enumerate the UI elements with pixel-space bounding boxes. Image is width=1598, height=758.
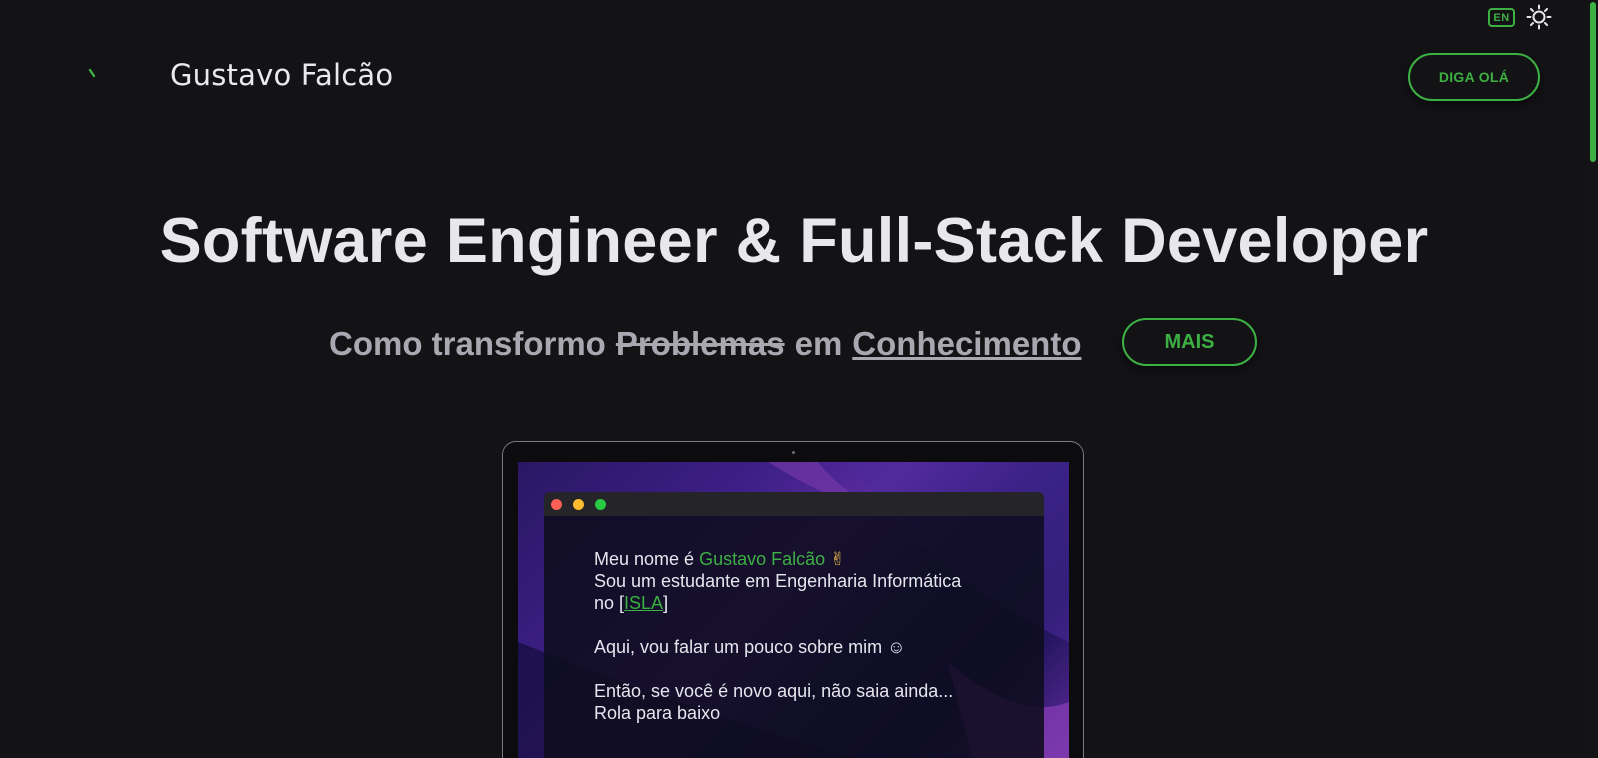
- minimize-dot[interactable]: [573, 499, 584, 510]
- isla-link[interactable]: ISLA: [624, 593, 663, 613]
- hero-title: Software Engineer & Full-Stack Developer: [159, 206, 1429, 276]
- terminal-window: Meu nome é Gustavo Falcão ✌ Sou um estud…: [544, 492, 1044, 758]
- sun-icon[interactable]: [1526, 4, 1552, 30]
- terminal-titlebar: [544, 492, 1044, 516]
- say-hello-button[interactable]: DIGA OLÁ: [1408, 53, 1540, 101]
- scrollbar-thumb[interactable]: [1590, 2, 1596, 162]
- subtitle-struck-word: Problemas: [615, 325, 785, 362]
- new-visitor-line: Então, se você é novo aqui, não saia ain…: [594, 681, 954, 701]
- subtitle-connector: em: [794, 325, 843, 362]
- student-line: Sou um estudante em Engenharia Informáti…: [594, 571, 962, 591]
- intro-prefix: Meu nome é: [594, 549, 700, 569]
- subtitle-prefix: Como transformo: [329, 325, 606, 362]
- terminal-text: Meu nome é Gustavo Falcão ✌ Sou um estud…: [594, 548, 1014, 724]
- about-line: Aqui, vou falar um pouco sobre mim ☺: [594, 637, 906, 657]
- laptop-screen: Meu nome é Gustavo Falcão ✌ Sou um estud…: [518, 462, 1069, 758]
- intro-name: Gustavo Falcão: [699, 549, 826, 569]
- loading-arc-icon[interactable]: [88, 68, 102, 82]
- subtitle-underlined-word: Conhecimento: [852, 325, 1082, 362]
- close-dot[interactable]: [551, 499, 562, 510]
- intro-line: Meu nome é Gustavo Falcão ✌: [594, 548, 1014, 570]
- more-button[interactable]: MAIS: [1122, 318, 1257, 366]
- laptop-mockup: Meu nome é Gustavo Falcão ✌ Sou um estud…: [502, 441, 1084, 758]
- language-toggle[interactable]: EN: [1488, 8, 1515, 27]
- maximize-dot[interactable]: [595, 499, 606, 510]
- hero-subtitle: Como transformo Problemas em Conheciment…: [329, 322, 1081, 366]
- page: EN Gustavo Falcão DIGA OLÁ Software Engi…: [0, 0, 1598, 758]
- brand-name[interactable]: Gustavo Falcão: [170, 58, 393, 92]
- victory-hand-icon: ✌: [830, 549, 846, 569]
- school-prefix: no [: [594, 593, 625, 613]
- scrollbar-track[interactable]: [1588, 0, 1598, 758]
- school-suffix: ]: [663, 593, 669, 613]
- laptop-camera: [792, 451, 795, 454]
- scroll-hint-line: Rola para baixo: [594, 703, 721, 723]
- school-line: no [ISLA]: [594, 592, 1014, 614]
